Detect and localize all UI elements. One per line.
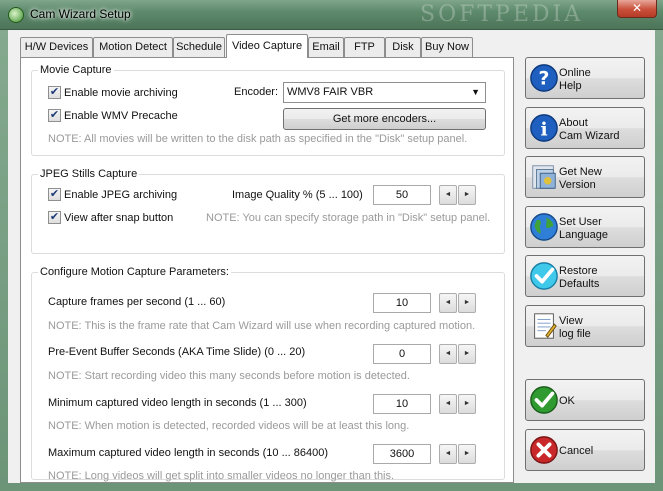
set-user-language-button[interactable]: Set User Language <box>525 206 645 248</box>
tab-disk[interactable]: Disk <box>385 37 421 57</box>
info-icon: i <box>530 114 558 142</box>
encoder-select[interactable]: WMV8 FAIR VBR ▼ <box>283 82 486 103</box>
decrement-arrow-icon[interactable]: ◄ <box>439 185 457 205</box>
pre-event-label: Pre-Event Buffer Seconds (AKA Time Slide… <box>48 346 306 358</box>
get-more-encoders-button[interactable]: Get more encoders... <box>283 108 486 130</box>
title-bar[interactable]: Cam Wizard Setup SOFTPEDIA ✕ <box>0 0 663 30</box>
tab-video-capture[interactable]: Video Capture <box>226 34 308 58</box>
notepad-icon <box>534 313 557 339</box>
image-quality-spinner: ◄ ► <box>439 185 477 205</box>
decrement-arrow-icon[interactable]: ◄ <box>439 293 457 313</box>
tab-hw-devices[interactable]: H/W Devices <box>20 37 93 57</box>
enable-movie-archiving-label[interactable]: Enable movie archiving <box>64 87 178 99</box>
movie-capture-title: Movie Capture <box>38 64 114 76</box>
watermark: SOFTPEDIA <box>420 2 584 27</box>
app-icon <box>8 7 24 23</box>
decrement-arrow-icon[interactable]: ◄ <box>439 444 457 464</box>
globe-icon <box>530 213 558 241</box>
restore-defaults-button[interactable]: Restore Defaults <box>525 255 645 297</box>
increment-arrow-icon[interactable]: ► <box>458 185 476 205</box>
increment-arrow-icon[interactable]: ► <box>458 394 476 414</box>
view-log-file-button[interactable]: View log file <box>525 305 645 347</box>
pre-event-spinner: ◄ ► <box>439 344 477 364</box>
jpeg-capture-note: NOTE: You can specify storage path in "D… <box>206 212 491 224</box>
min-length-spinner: ◄ ► <box>439 394 477 414</box>
view-log-file-label: View log file <box>559 315 591 340</box>
max-length-label: Maximum captured video length in seconds… <box>48 447 329 459</box>
pre-event-input[interactable]: 0 <box>373 344 431 364</box>
get-new-version-button[interactable]: Get New Version <box>525 156 645 198</box>
tab-schedule[interactable]: Schedule <box>173 37 225 57</box>
cancel-x-icon <box>530 436 558 464</box>
encoder-value: WMV8 FAIR VBR <box>287 86 374 98</box>
pre-event-note: NOTE: Start recording video this many se… <box>48 370 410 382</box>
increment-arrow-icon[interactable]: ► <box>458 293 476 313</box>
checkmark-icon <box>530 262 558 290</box>
image-quality-input[interactable]: 50 <box>373 185 431 205</box>
ok-check-icon <box>530 386 558 414</box>
tab-ftp[interactable]: FTP <box>344 37 385 57</box>
online-help-button[interactable]: ? Online Help <box>525 57 645 99</box>
min-length-note: NOTE: When motion is detected, recorded … <box>48 420 410 432</box>
jpeg-capture-title: JPEG Stills Capture <box>38 168 140 180</box>
fps-input[interactable]: 10 <box>373 293 431 313</box>
set-user-language-label: Set User Language <box>559 216 608 241</box>
svg-text:i: i <box>540 119 547 141</box>
chevron-down-icon: ▼ <box>471 87 480 97</box>
fps-label: Capture frames per second (1 ... 60) <box>48 296 226 308</box>
view-after-snap-label[interactable]: View after snap button <box>64 212 173 224</box>
max-length-input[interactable]: 3600 <box>373 444 431 464</box>
enable-wmv-precache-checkbox[interactable]: ✔ <box>48 109 61 122</box>
svg-text:?: ? <box>539 69 550 90</box>
enable-jpeg-archiving-checkbox[interactable]: ✔ <box>48 188 61 201</box>
encoder-label: Encoder: <box>234 86 279 98</box>
fps-note: NOTE: This is the frame rate that Cam Wi… <box>48 320 476 332</box>
enable-wmv-precache-label[interactable]: Enable WMV Precache <box>64 110 178 122</box>
cancel-label: Cancel <box>559 445 594 457</box>
cancel-button[interactable]: Cancel <box>525 429 645 471</box>
motion-params-title: Configure Motion Capture Parameters: <box>38 266 231 278</box>
video-capture-panel: Movie Capture ✔ Enable movie archiving ✔… <box>20 57 514 483</box>
window-title: Cam Wizard Setup <box>30 7 131 21</box>
question-icon: ? <box>530 64 558 92</box>
decrement-arrow-icon[interactable]: ◄ <box>439 344 457 364</box>
view-after-snap-checkbox[interactable]: ✔ <box>48 211 61 224</box>
max-length-spinner: ◄ ► <box>439 444 477 464</box>
increment-arrow-icon[interactable]: ► <box>458 344 476 364</box>
max-length-note: NOTE: Long videos will get split into sm… <box>48 470 395 482</box>
enable-movie-archiving-checkbox[interactable]: ✔ <box>48 86 61 99</box>
ok-label: OK <box>559 395 575 407</box>
about-label: About Cam Wizard <box>559 117 620 142</box>
about-button[interactable]: i About Cam Wizard <box>525 107 645 149</box>
enable-jpeg-archiving-label[interactable]: Enable JPEG archiving <box>64 189 177 201</box>
window-frame: H/W Devices Motion Detect Schedule Video… <box>0 30 663 491</box>
movie-capture-note: NOTE: All movies will be written to the … <box>48 133 468 145</box>
tab-motion-detect[interactable]: Motion Detect <box>93 37 173 57</box>
fps-spinner: ◄ ► <box>439 293 477 313</box>
tab-email[interactable]: Email <box>308 37 344 57</box>
image-quality-label: Image Quality % (5 ... 100) <box>232 189 363 201</box>
min-length-input[interactable]: 10 <box>373 394 431 414</box>
increment-arrow-icon[interactable]: ► <box>458 444 476 464</box>
tab-buy-now[interactable]: Buy Now <box>421 37 473 57</box>
min-length-label: Minimum captured video length in seconds… <box>48 397 307 409</box>
decrement-arrow-icon[interactable]: ◄ <box>439 394 457 414</box>
close-button[interactable]: ✕ <box>617 0 657 18</box>
online-help-label: Online Help <box>559 67 591 92</box>
ok-button[interactable]: OK <box>525 379 645 421</box>
client-area: H/W Devices Motion Detect Schedule Video… <box>8 30 655 483</box>
download-box-icon <box>532 165 556 189</box>
restore-defaults-label: Restore Defaults <box>559 265 600 290</box>
get-new-version-label: Get New Version <box>559 166 602 191</box>
